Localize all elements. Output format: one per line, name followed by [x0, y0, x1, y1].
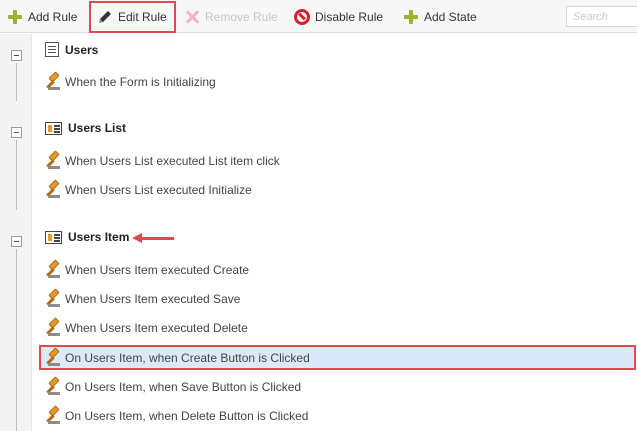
- list-view-icon: [45, 121, 62, 135]
- group-label: Users Item: [68, 230, 130, 244]
- tree-connector-line: [16, 140, 17, 210]
- group-users-item[interactable]: Users Item: [45, 230, 129, 244]
- group-users-list[interactable]: Users List: [45, 121, 126, 135]
- edit-rule-highlight: [89, 1, 176, 33]
- remove-rule-label: Remove Rule: [205, 9, 278, 24]
- rule-item[interactable]: When Users Item executed Delete: [45, 317, 248, 338]
- rule-item[interactable]: When Users List executed Initialize: [45, 179, 252, 200]
- disable-rule-label: Disable Rule: [315, 9, 384, 24]
- rule-item[interactable]: On Users Item, when Save Button is Click…: [45, 376, 302, 397]
- list-view-icon: [45, 230, 62, 244]
- plus-icon: [7, 9, 23, 25]
- add-rule-label: Add Rule: [28, 9, 78, 24]
- plus-icon: [403, 9, 419, 25]
- rule-gavel-icon: [45, 71, 61, 90]
- rule-label: When the Form is Initializing: [65, 75, 216, 89]
- search-input[interactable]: [566, 6, 637, 27]
- disable-rule-button[interactable]: Disable Rule: [294, 0, 383, 33]
- rule-item[interactable]: When Users Item executed Save: [45, 288, 241, 309]
- rule-gavel-icon: [45, 259, 61, 278]
- rule-label: When Users List executed List item click: [65, 154, 280, 168]
- remove-x-icon: [184, 9, 200, 25]
- rule-item-selected[interactable]: On Users Item, when Create Button is Cli…: [39, 345, 636, 370]
- rule-label: When Users Item executed Create: [65, 263, 250, 277]
- rule-gavel-icon: [45, 405, 61, 424]
- rule-item[interactable]: When the Form is Initializing: [45, 71, 216, 92]
- rule-gavel-icon: [45, 317, 61, 336]
- rule-label: On Users Item, when Delete Button is Cli…: [65, 409, 309, 423]
- collapse-users-toggle[interactable]: [11, 50, 22, 61]
- add-state-button[interactable]: Add State: [403, 0, 477, 33]
- tree-connector-line: [16, 249, 17, 431]
- form-icon: [45, 42, 59, 57]
- rule-item[interactable]: When Users Item executed Create: [45, 259, 250, 280]
- remove-rule-button[interactable]: Remove Rule: [184, 0, 278, 33]
- rule-item[interactable]: On Users Item, when Delete Button is Cli…: [45, 405, 309, 426]
- add-state-label: Add State: [424, 9, 477, 24]
- no-entry-icon: [294, 8, 310, 25]
- rule-gavel-icon: [45, 150, 61, 169]
- group-label: Users: [65, 42, 99, 57]
- tree-connector-line: [16, 63, 17, 101]
- rule-gavel-icon: [45, 376, 61, 395]
- rule-label: On Users Item, when Save Button is Click…: [65, 380, 302, 394]
- rule-item[interactable]: When Users List executed List item click: [45, 150, 280, 171]
- rule-label: When Users Item executed Save: [65, 292, 241, 306]
- group-users[interactable]: Users: [45, 42, 98, 57]
- rule-gavel-icon: [45, 179, 61, 198]
- collapse-users-list-toggle[interactable]: [11, 127, 22, 138]
- group-label: Users List: [68, 121, 127, 135]
- rule-gavel-icon: [45, 346, 61, 366]
- rule-gavel-icon: [45, 288, 61, 307]
- rule-label: When Users List executed Initialize: [65, 183, 252, 197]
- annotation-arrow-icon: [132, 233, 174, 243]
- rule-label: On Users Item, when Create Button is Cli…: [65, 350, 310, 365]
- rules-toolbar: Add Rule Edit Rule Remove Rule Disable R…: [0, 0, 637, 33]
- collapse-users-item-toggle[interactable]: [11, 236, 22, 247]
- rule-label: When Users Item executed Delete: [65, 321, 248, 335]
- add-rule-button[interactable]: Add Rule: [7, 0, 77, 33]
